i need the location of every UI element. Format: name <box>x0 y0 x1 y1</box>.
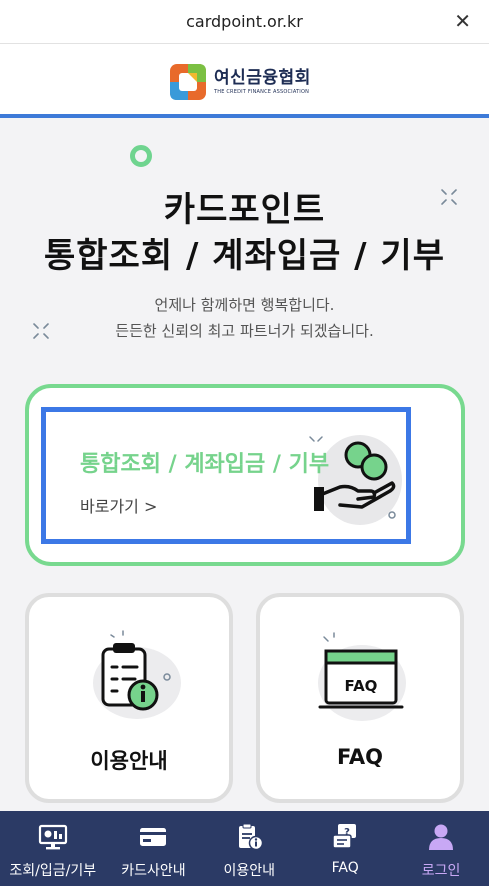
logo-text: 여신금융협회 THE CREDIT FINANCE ASSOCIATION <box>214 69 311 95</box>
decorative-circle-icon <box>130 145 152 167</box>
hero-title-line1: 카드포인트 <box>163 190 326 230</box>
nav-item-usage-guide[interactable]: 이용안내 <box>201 811 297 886</box>
browser-bar: cardpoint.or.kr ✕ <box>0 0 489 44</box>
user-icon <box>429 824 454 850</box>
nav-item-faq[interactable]: ? FAQ <box>297 811 393 886</box>
hero-title-line2: 통합조회 / 계좌입금 / 기부 <box>44 236 445 276</box>
browser-url[interactable]: cardpoint.or.kr <box>0 12 489 31</box>
main-card-title: 통합조회 / 계좌입금 / 기부 <box>80 452 330 477</box>
nav-label: FAQ <box>331 860 359 876</box>
nav-item-card-companies[interactable]: 카드사안내 <box>105 811 201 886</box>
clipboard-info-icon <box>239 823 264 851</box>
credit-card-icon <box>140 828 167 846</box>
hero-subtitle-line2: 든든한 신뢰의 최고 파트너가 되겠습니다. <box>115 322 374 340</box>
go-link[interactable]: 바로가기 > <box>80 493 157 517</box>
logo-text-main: 여신금융협회 <box>214 68 311 88</box>
monitor-chart-icon <box>38 824 67 850</box>
card-label: FAQ <box>336 745 384 769</box>
logo-mark-icon <box>170 64 206 100</box>
nav-label: 이용안내 <box>223 863 276 879</box>
clipboard-info-icon <box>93 630 181 719</box>
site-logo[interactable]: 여신금융협회 THE CREDIT FINANCE ASSOCIATION <box>170 62 311 102</box>
faq-chat-icon: ? <box>332 824 357 849</box>
bottom-nav: 조회/입금/기부 카드사안내 이용안내 ? FAQ 로그인 <box>0 811 489 886</box>
close-icon[interactable]: ✕ <box>454 9 471 33</box>
card-label: 이용안내 <box>90 749 168 773</box>
nav-label: 카드사안내 <box>121 863 186 879</box>
nav-label: 조회/입금/기부 <box>9 863 97 879</box>
hero-subtitle-line1: 언제나 함께하면 행복합니다. <box>154 296 335 314</box>
card-faq[interactable]: FAQ FAQ <box>256 593 464 803</box>
logo-text-sub: THE CREDIT FINANCE ASSOCIATION <box>214 89 310 95</box>
faq-window-icon: FAQ <box>318 632 406 721</box>
site-header: 여신금융협회 THE CREDIT FINANCE ASSOCIATION <box>0 44 489 118</box>
nav-label: 로그인 <box>421 863 461 879</box>
svg-text:FAQ: FAQ <box>345 677 378 695</box>
card-usage-guide[interactable]: 이용안내 <box>25 593 233 803</box>
nav-item-login[interactable]: 로그인 <box>393 811 489 886</box>
nav-item-inquiry[interactable]: 조회/입금/기부 <box>0 811 105 886</box>
